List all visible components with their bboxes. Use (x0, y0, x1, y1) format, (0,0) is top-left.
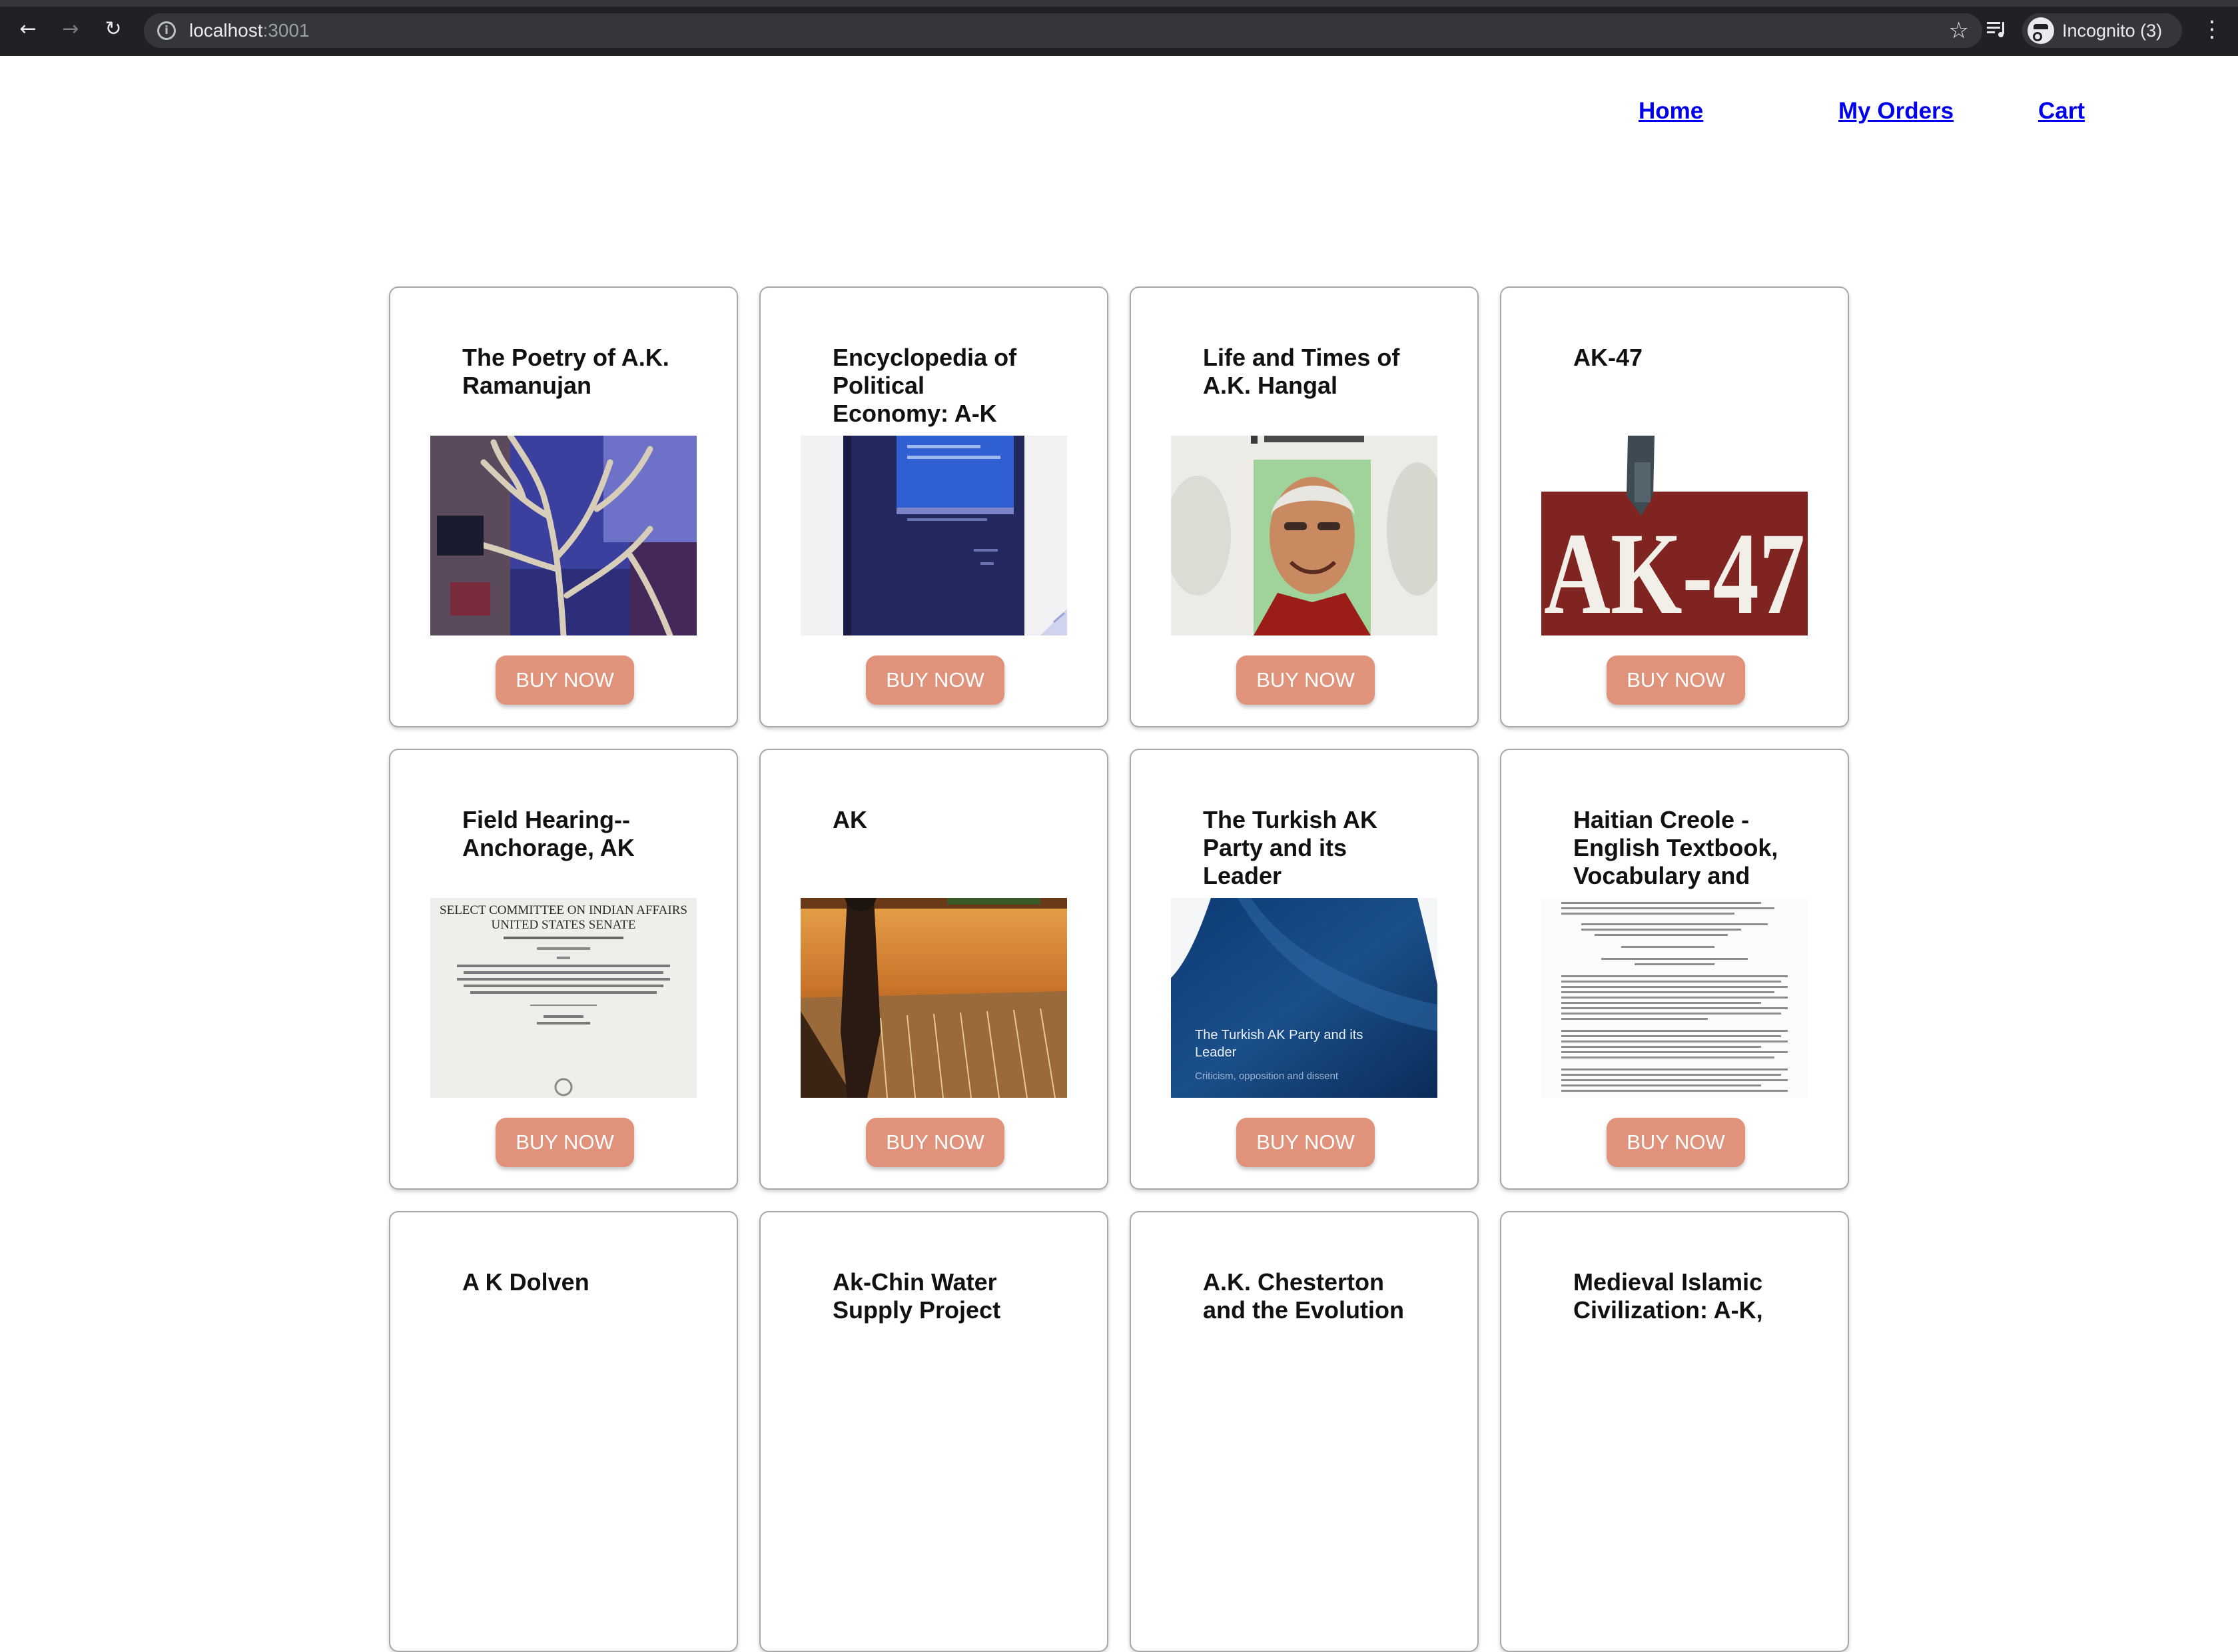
buy-now-button[interactable]: BUY NOW (866, 655, 1004, 705)
book-cover-image (801, 898, 1067, 1098)
nav-cart-link[interactable]: Cart (2038, 97, 2085, 125)
url-host: localhost (189, 20, 263, 41)
cover-text: UNITED STATES SENATE (492, 918, 636, 932)
incognito-icon (2028, 17, 2054, 44)
book-card: AK BUY NOW (759, 749, 1108, 1190)
book-title: The Turkish AK Party and its Leader (1203, 806, 1378, 889)
cover-text: The Turkish AK Party and its (1195, 1028, 1363, 1042)
book-cover-image: SELECT COMMITTEE ON INDIAN AFFAIRS UNITE… (430, 898, 697, 1098)
browser-toolbar: ← → ↻ i localhost:3001 ☆ Incognito (3) ⋮ (0, 0, 2238, 56)
book-card: Life and Times of A.K. Hangal BUY NOW (1130, 286, 1479, 727)
kebab-menu-icon[interactable]: ⋮ (2201, 16, 2223, 43)
book-card: Encyclopedia of Political Economy: A-K B… (759, 286, 1108, 727)
nav-my-orders-link[interactable]: My Orders (1838, 97, 1954, 125)
nav-home-link[interactable]: Home (1639, 97, 1703, 125)
book-cover-image (801, 436, 1067, 635)
media-queue-icon[interactable] (1985, 17, 2009, 41)
info-icon[interactable]: i (157, 21, 176, 40)
book-card: A K Dolven (389, 1211, 738, 1652)
cover-text: Leader (1195, 1045, 1237, 1060)
buy-now-button[interactable]: BUY NOW (1607, 1118, 1745, 1167)
book-cover-image (1171, 436, 1437, 635)
book-title: The Poetry of A.K. Ramanujan (462, 344, 669, 399)
book-card: The Poetry of A.K. Ramanujan BUY NOW (389, 286, 738, 727)
book-title: Field Hearing--Anchorage, AK (462, 806, 635, 861)
book-title: AK-47 (1573, 344, 1643, 371)
book-card: A.K. Chesterton and the Evolution (1130, 1211, 1479, 1652)
tab-strip (0, 0, 2238, 7)
buy-now-button[interactable]: BUY NOW (496, 1118, 634, 1167)
star-icon[interactable]: ☆ (1949, 17, 1969, 44)
cover-text: SELECT COMMITTEE ON INDIAN AFFAIRS (440, 903, 687, 917)
cover-text: Criticism, opposition and dissent (1195, 1070, 1339, 1082)
forward-arrow-icon[interactable]: → (59, 17, 83, 41)
book-cover-image (1541, 898, 1808, 1098)
incognito-label: Incognito (3) (2062, 21, 2163, 41)
book-cover-image: The Turkish AK Party and its Leader Crit… (1171, 898, 1437, 1098)
book-cover-image: AK-47 (1541, 436, 1808, 635)
book-card: Haitian Creole - English Textbook, Vocab… (1500, 749, 1849, 1190)
book-title: A K Dolven (462, 1268, 589, 1296)
book-title: Ak-Chin Water Supply Project (833, 1268, 1001, 1324)
book-title: Medieval Islamic Civilization: A-K, (1573, 1268, 1763, 1324)
book-card: The Turkish AK Party and its Leader The … (1130, 749, 1479, 1190)
cover-text: AK-47 (1544, 509, 1805, 635)
book-grid: The Poetry of A.K. Ramanujan BUY NOW Enc… (389, 286, 1852, 1652)
book-card: Field Hearing--Anchorage, AK SELECT COMM… (389, 749, 738, 1190)
incognito-profile-button[interactable]: Incognito (3) (2022, 13, 2182, 48)
book-title: Haitian Creole - English Textbook, Vocab… (1573, 806, 1778, 889)
url-text[interactable]: localhost:3001 (189, 20, 310, 41)
book-title: AK (833, 806, 867, 833)
book-card: Medieval Islamic Civilization: A-K, (1500, 1211, 1849, 1652)
book-title: Encyclopedia of Political Economy: A-K (833, 344, 1017, 427)
book-card: AK-47 AK-47 BUY NOW (1500, 286, 1849, 727)
book-cover-image (430, 436, 697, 635)
buy-now-button[interactable]: BUY NOW (1607, 655, 1745, 705)
buy-now-button[interactable]: BUY NOW (866, 1118, 1004, 1167)
reload-icon[interactable]: ↻ (101, 17, 125, 41)
address-bar[interactable]: i localhost:3001 ☆ (144, 13, 1982, 48)
buy-now-button[interactable]: BUY NOW (1236, 655, 1375, 705)
book-title: A.K. Chesterton and the Evolution (1203, 1268, 1404, 1324)
buy-now-button[interactable]: BUY NOW (496, 655, 634, 705)
back-arrow-icon[interactable]: ← (16, 17, 40, 41)
book-title: Life and Times of A.K. Hangal (1203, 344, 1400, 399)
buy-now-button[interactable]: BUY NOW (1236, 1118, 1375, 1167)
book-card: Ak-Chin Water Supply Project (759, 1211, 1108, 1652)
url-port: :3001 (262, 20, 310, 41)
